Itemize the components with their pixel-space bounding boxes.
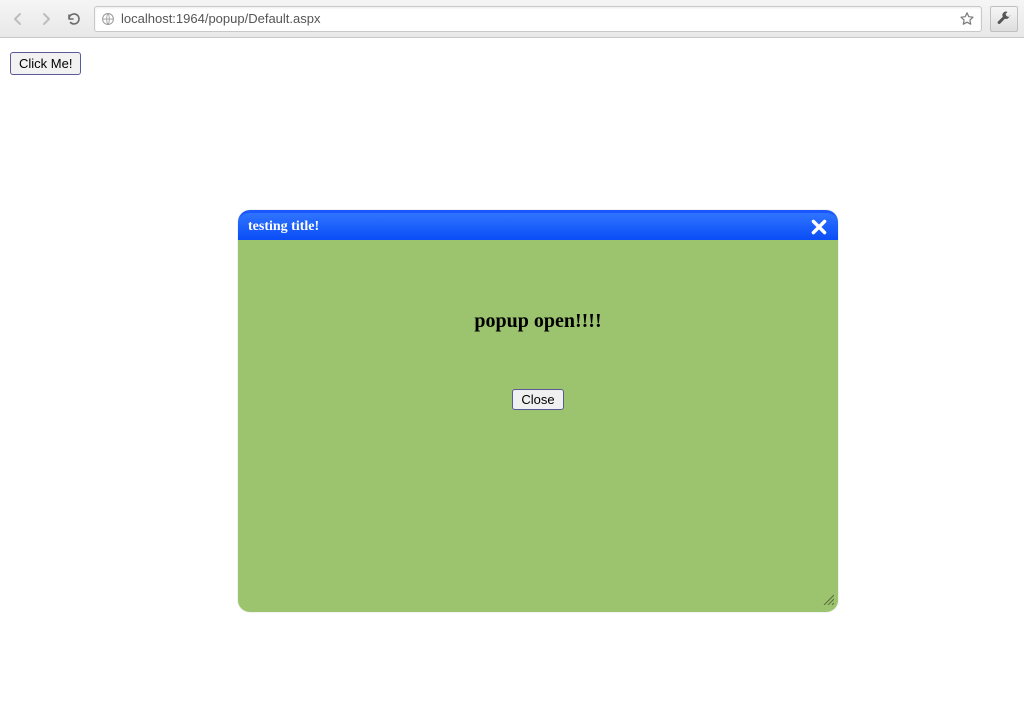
wrench-menu-button[interactable] [990,6,1018,32]
globe-icon [101,12,115,26]
popup-title: testing title! [248,219,319,235]
back-button[interactable] [6,7,30,31]
reload-icon [66,11,82,27]
resize-handle-icon[interactable] [822,593,834,605]
popup-titlebar[interactable]: testing title! [238,210,838,240]
popup-message: popup open!!!! [238,240,838,333]
forward-button[interactable] [34,7,58,31]
popup-dialog: testing title! popup open!!!! Close [238,210,838,612]
close-icon[interactable] [810,218,828,236]
arrow-right-icon [38,11,54,27]
star-icon[interactable] [959,11,975,27]
click-me-button[interactable]: Click Me! [10,52,81,75]
url-text: localhost:1964/popup/Default.aspx [121,11,953,26]
browser-toolbar: localhost:1964/popup/Default.aspx [0,0,1024,38]
popup-body: popup open!!!! Close [238,240,838,609]
wrench-icon [996,11,1012,27]
arrow-left-icon [10,11,26,27]
page-content: Click Me! testing title! popup open!!!! … [0,38,1024,719]
close-button[interactable]: Close [512,389,563,410]
address-bar[interactable]: localhost:1964/popup/Default.aspx [94,6,982,32]
reload-button[interactable] [62,7,86,31]
